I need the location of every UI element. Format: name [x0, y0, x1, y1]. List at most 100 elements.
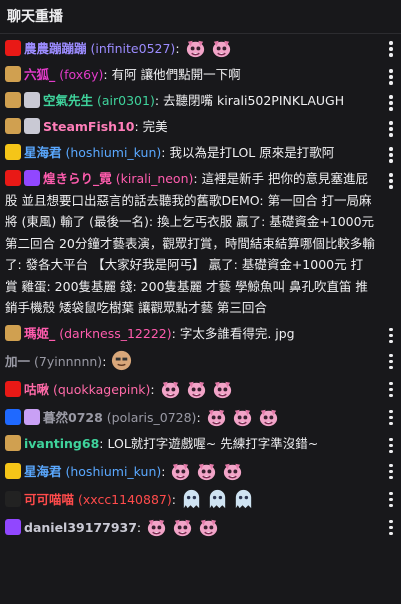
chat-username[interactable]: 咕啾	[24, 382, 49, 397]
more-options-icon[interactable]	[389, 353, 393, 370]
chat-message: 星海君 (hoshiumi_kun):	[0, 457, 401, 485]
chat-colon: :	[161, 463, 170, 479]
chat-colon: :	[103, 67, 112, 82]
sub-badge[interactable]	[5, 118, 21, 134]
chat-message: 加一 (7yinnnnn):	[0, 347, 401, 375]
chat-login[interactable]: (fox6y)	[55, 67, 103, 82]
chat-login[interactable]: (hoshiumi_kun)	[62, 464, 161, 479]
chat-username[interactable]: 空氣先生	[43, 93, 93, 108]
chat-message: 星海君 (hoshiumi_kun): 我以為是打LOL 原來是打歌阿	[0, 140, 401, 166]
chat-username[interactable]: 暮然0728	[43, 410, 103, 425]
verified-badge[interactable]	[24, 170, 40, 186]
pink-dragon[interactable]	[185, 377, 208, 400]
more-options-icon[interactable]	[389, 41, 393, 57]
chat-message-text: 我以為是打LOL 原來是打歌阿	[169, 145, 335, 160]
pink-dragon[interactable]	[231, 405, 254, 428]
chat-colon: :	[102, 353, 111, 369]
chat-login[interactable]: (kirali_neon)	[112, 171, 194, 186]
chat-username[interactable]: 煌きらり_霓	[43, 171, 112, 186]
chat-login[interactable]: (7yinnnnn)	[30, 354, 102, 369]
more-options-icon[interactable]	[389, 519, 393, 536]
chat-login[interactable]: (polaris_0728)	[103, 410, 197, 425]
ghost-emote[interactable]	[206, 487, 229, 510]
star-badge[interactable]	[5, 408, 21, 425]
face-emote[interactable]	[110, 349, 133, 372]
ghost-emote[interactable]	[180, 487, 203, 510]
chat-username[interactable]: 加一	[5, 354, 30, 369]
bits-badge[interactable]	[24, 92, 40, 108]
chat-username[interactable]: ivanting68	[24, 436, 99, 451]
chat-colon: :	[136, 519, 146, 535]
sub-badge[interactable]	[5, 92, 21, 108]
chat-login[interactable]: (darkness_12222)	[55, 326, 171, 341]
pink-dragon[interactable]	[210, 36, 233, 59]
broadcaster-badge[interactable]	[5, 40, 21, 56]
chat-message-text: 有阿 讓他們點開一下啊	[111, 67, 241, 82]
chat-username[interactable]: SteamFish10	[43, 119, 134, 134]
pink-dragon[interactable]	[169, 459, 192, 482]
chat-login[interactable]: (air0301)	[93, 93, 155, 108]
more-options-icon[interactable]	[389, 491, 393, 508]
chat-username[interactable]: 農農蹦蹦蹦	[24, 41, 87, 56]
chat-username[interactable]: 瑪姬_	[24, 326, 55, 341]
chat-header: 聊天重播	[0, 0, 401, 34]
chat-login[interactable]: (infinite0527)	[87, 41, 175, 56]
more-options-icon[interactable]	[389, 173, 393, 189]
crown-badge[interactable]	[5, 144, 21, 160]
chat-username[interactable]: 星海君	[24, 145, 62, 160]
chat-login[interactable]: (xxcc1140887)	[74, 492, 172, 507]
more-options-icon[interactable]	[389, 95, 393, 111]
pink-dragon[interactable]	[211, 377, 234, 400]
more-options-icon[interactable]	[389, 69, 393, 85]
bits-badge[interactable]	[24, 118, 40, 134]
chat-colon: :	[171, 491, 180, 507]
pink-dragon[interactable]	[197, 515, 220, 538]
pink-dragon[interactable]	[205, 405, 228, 428]
pink-dragon[interactable]	[159, 377, 182, 400]
more-options-icon[interactable]	[389, 121, 393, 137]
chat-message-text: 去聽閉嘴 kirali502PINKLAUGH	[163, 93, 345, 108]
chat-colon: :	[196, 409, 205, 425]
chat-message-text: 字太多誰看得完. jpg	[179, 325, 295, 341]
chat-username[interactable]: 可可喵喵	[24, 492, 74, 507]
sub-badge[interactable]	[5, 434, 21, 451]
pink-dragon[interactable]	[145, 515, 168, 538]
chat-message: SteamFish10: 完美	[0, 114, 401, 140]
chat-colon: :	[150, 381, 159, 397]
chat-message: 瑪姬_ (darkness_12222): 字太多誰看得完. jpg	[0, 321, 401, 347]
sparkle-badge[interactable]	[5, 490, 21, 507]
bits-purple-badge[interactable]	[5, 518, 21, 535]
chat-login[interactable]: (hoshiumi_kun)	[62, 145, 161, 160]
chat-colon: :	[134, 119, 143, 134]
pink-dragon[interactable]	[171, 515, 194, 538]
heart-badge[interactable]	[5, 380, 21, 397]
pink-dragon[interactable]	[195, 459, 218, 482]
more-options-icon[interactable]	[389, 381, 393, 398]
sub-badge[interactable]	[5, 66, 21, 82]
more-options-icon[interactable]	[389, 327, 393, 344]
chat-message: 可可喵喵 (xxcc1140887):	[0, 485, 401, 513]
chat-username[interactable]: daniel39177937	[24, 520, 137, 535]
pink-dragon[interactable]	[184, 36, 207, 59]
crown-badge[interactable]	[5, 462, 21, 479]
sub-badge[interactable]	[5, 324, 21, 341]
more-options-icon[interactable]	[389, 437, 393, 454]
chat-colon: :	[175, 41, 184, 56]
chat-message: 農農蹦蹦蹦 (infinite0527):	[0, 34, 401, 62]
chat-replay-panel: 聊天重播 農農蹦蹦蹦 (infinite0527): 六狐_ (fox6y): …	[0, 0, 401, 604]
cloud-badge[interactable]	[24, 408, 40, 425]
more-options-icon[interactable]	[389, 463, 393, 480]
ghost-emote[interactable]	[232, 487, 255, 510]
pink-dragon[interactable]	[257, 405, 280, 428]
chat-message: ivanting68: LOL就打字遊戲喔~ 先練打字準沒錯~	[0, 431, 401, 457]
pink-dragon[interactable]	[221, 459, 244, 482]
broadcaster-badge[interactable]	[5, 170, 21, 186]
more-options-icon[interactable]	[389, 409, 393, 426]
chat-username[interactable]: 星海君	[24, 464, 62, 479]
chat-message-list[interactable]: 農農蹦蹦蹦 (infinite0527): 六狐_ (fox6y): 有阿 讓他…	[0, 34, 401, 604]
chat-colon: :	[154, 93, 164, 108]
more-options-icon[interactable]	[389, 147, 393, 163]
chat-username[interactable]: 六狐_	[24, 67, 55, 82]
chat-login[interactable]: (quokkagepink)	[49, 382, 150, 397]
chat-message: 煌きらり_霓 (kirali_neon): 這裡是新手 把你的意見塞進屁股 並且…	[0, 166, 401, 321]
